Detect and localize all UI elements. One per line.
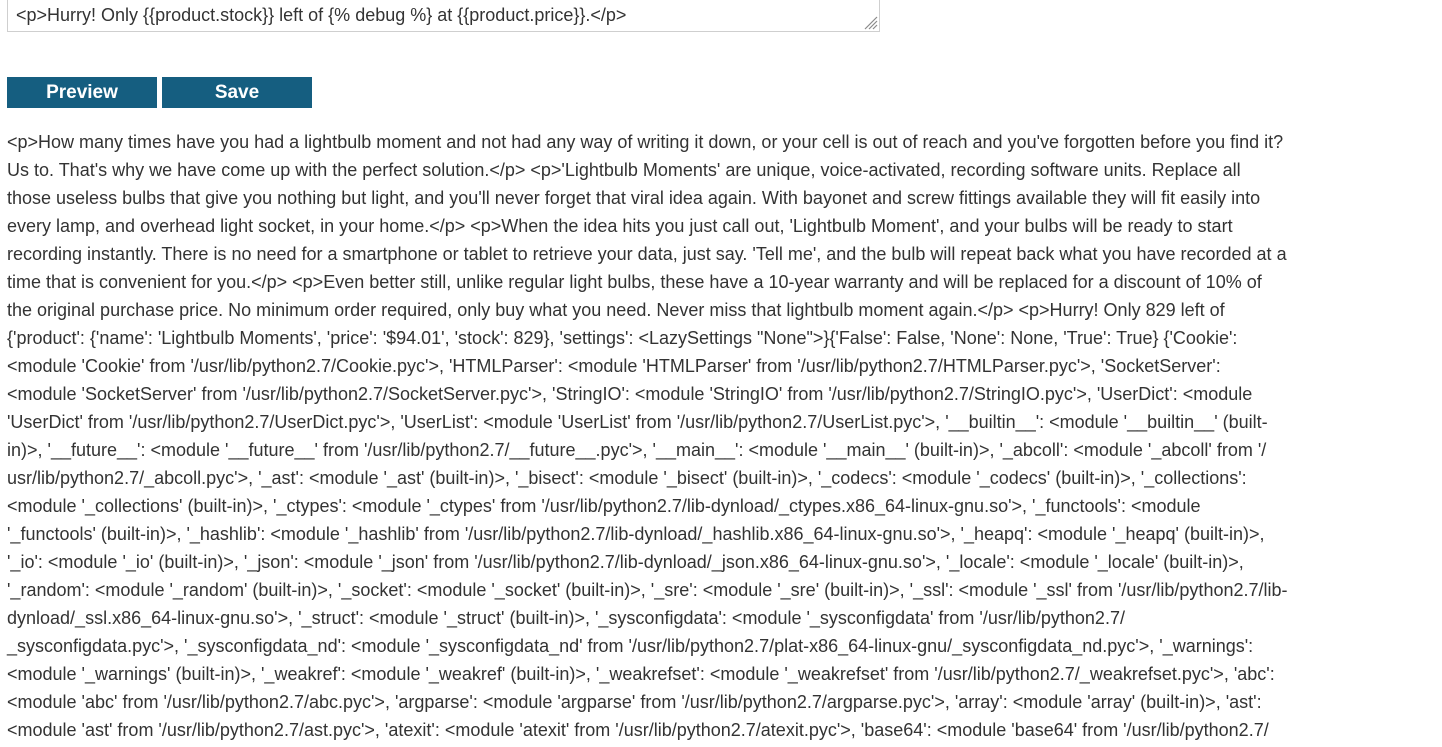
output-line: '_functools' (built-in)>, '_hashlib': <m… [7, 524, 1265, 544]
template-editor[interactable]: <p>Hurry! Only {{product.stock}} left of… [7, 0, 880, 32]
output-line: every lamp, and overhead light socket, i… [7, 216, 1233, 236]
output-line: in)>, '__future__': <module '__future__'… [7, 440, 1267, 460]
output-line: <module 'ast' from '/usr/lib/python2.7/a… [7, 720, 1269, 740]
output-line: '_random': <module '_random' (built-in)>… [7, 580, 1288, 600]
output-line: <module 'abc' from '/usr/lib/python2.7/a… [7, 692, 1262, 712]
output-line: _sysconfigdata.pyc'>, '_sysconfigdata_nd… [7, 636, 1254, 656]
output-line: dynload/_ssl.x86_64-linux-gnu.so'>, '_st… [7, 608, 1125, 628]
output-line: <module 'SocketServer' from '/usr/lib/py… [7, 384, 1253, 404]
output-line: Us to. That's why we have come up with t… [7, 160, 1241, 180]
resize-grip-icon[interactable] [862, 14, 878, 30]
output-line: the original purchase price. No minimum … [7, 300, 1225, 320]
output-line: '_io': <module '_io' (built-in)>, '_json… [7, 552, 1244, 572]
save-button[interactable]: Save [162, 77, 312, 108]
preview-output: <p>How many times have you had a lightbu… [7, 128, 1435, 744]
output-line: recording instantly. There is no need fo… [7, 244, 1287, 264]
output-line: {'product': {'name': 'Lightbulb Moments'… [7, 328, 1238, 348]
output-line: <p>How many times have you had a lightbu… [7, 132, 1284, 152]
output-line: those useless bulbs that give you nothin… [7, 188, 1261, 208]
output-line: time that is convenient for you.</p> <p>… [7, 272, 1262, 292]
preview-button[interactable]: Preview [7, 77, 157, 108]
output-line: <module '_collections' (built-in)>, '_ct… [7, 496, 1201, 516]
output-line: <module 'Cookie' from '/usr/lib/python2.… [7, 356, 1221, 376]
output-line: <module '_warnings' (built-in)>, '_weakr… [7, 664, 1275, 684]
template-editor-text[interactable]: <p>Hurry! Only {{product.stock}} left of… [16, 4, 626, 26]
output-line: 'UserDict' from '/usr/lib/python2.7/User… [7, 412, 1268, 432]
output-line: usr/lib/python2.7/_abcoll.pyc'>, '_ast':… [7, 468, 1247, 488]
